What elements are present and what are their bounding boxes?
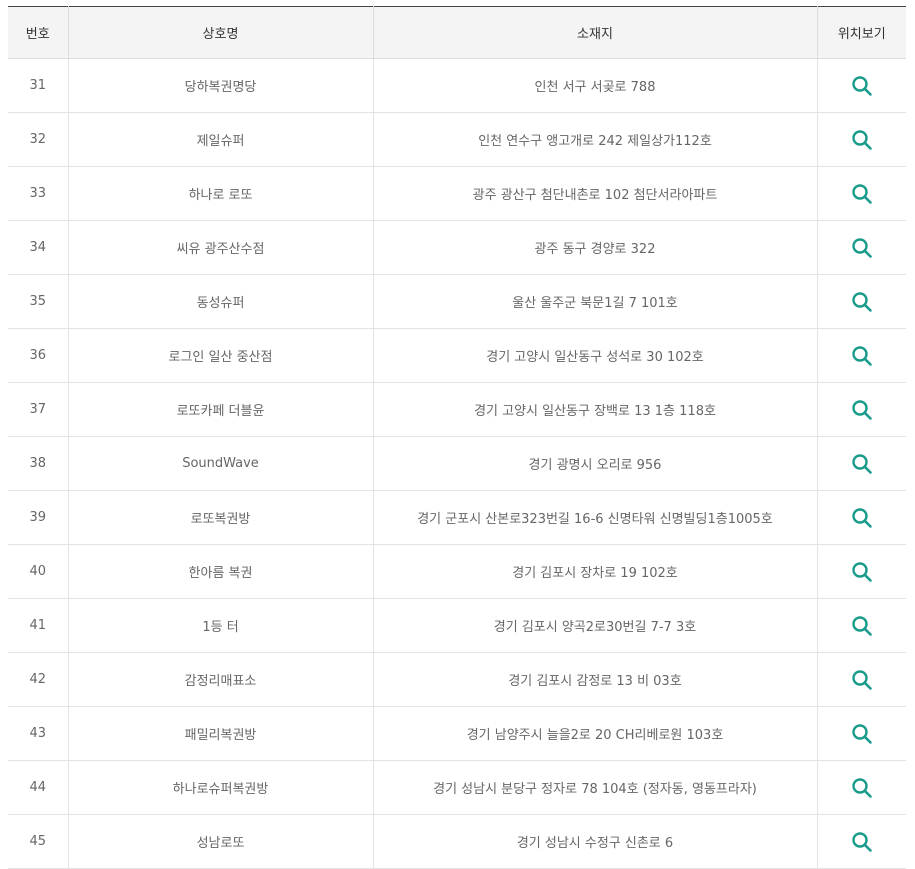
store-name: SoundWave <box>67 436 373 491</box>
location-cell <box>816 274 906 329</box>
table-body: 31 당하복권명당 인천 서구 서곶로 788 32 제일슈퍼 인천 연수구 앵… <box>8 58 906 869</box>
store-name: 로또복권방 <box>67 490 373 545</box>
search-icon[interactable] <box>851 453 873 475</box>
location-cell <box>816 814 906 869</box>
search-icon[interactable] <box>851 615 873 637</box>
header-row: 번호 상호명 소재지 위치보기 <box>8 6 906 59</box>
table-row: 37 로또카페 더블윤 경기 고양시 일산동구 장백로 13 1층 118호 <box>8 382 906 437</box>
store-address: 인천 연수구 앵고개로 242 제일상가112호 <box>372 112 817 167</box>
store-name: 1등 터 <box>67 598 373 653</box>
store-name: 동성슈퍼 <box>67 274 373 329</box>
table-row: 39 로또복권방 경기 군포시 산본로323번길 16-6 신명타워 신명빌딩1… <box>8 490 906 545</box>
table-row: 36 로그인 일산 중산점 경기 고양시 일산동구 성석로 30 102호 <box>8 328 906 383</box>
store-address: 경기 광명시 오리로 956 <box>372 436 817 491</box>
location-cell <box>816 652 906 707</box>
store-address: 울산 울주군 북문1길 7 101호 <box>372 274 817 329</box>
table-row: 45 성남로또 경기 성남시 수정구 신촌로 6 <box>8 814 906 869</box>
store-address: 경기 김포시 장차로 19 102호 <box>372 544 817 599</box>
store-address: 광주 동구 경양로 322 <box>372 220 817 275</box>
row-number: 43 <box>8 706 68 761</box>
store-name: 하나로 로또 <box>67 166 373 221</box>
search-icon[interactable] <box>851 291 873 313</box>
table-row: 32 제일슈퍼 인천 연수구 앵고개로 242 제일상가112호 <box>8 112 906 167</box>
location-cell <box>816 58 906 113</box>
store-address: 인천 서구 서곶로 788 <box>372 58 817 113</box>
store-name: 감정리매표소 <box>67 652 373 707</box>
search-icon[interactable] <box>851 75 873 97</box>
row-number: 33 <box>8 166 68 221</box>
header-name: 상호명 <box>67 6 373 59</box>
search-icon[interactable] <box>851 237 873 259</box>
header-location: 위치보기 <box>816 6 906 59</box>
store-list: 번호 상호명 소재지 위치보기 31 당하복권명당 인천 서구 서곶로 788 … <box>8 6 906 869</box>
location-cell <box>816 382 906 437</box>
store-name: 씨유 광주산수점 <box>67 220 373 275</box>
row-number: 45 <box>8 814 68 869</box>
location-cell <box>816 706 906 761</box>
store-name: 하나로슈퍼복권방 <box>67 760 373 815</box>
search-icon[interactable] <box>851 183 873 205</box>
store-address: 경기 성남시 수정구 신촌로 6 <box>372 814 817 869</box>
table-row: 34 씨유 광주산수점 광주 동구 경양로 322 <box>8 220 906 275</box>
table-row: 35 동성슈퍼 울산 울주군 북문1길 7 101호 <box>8 274 906 329</box>
table-row: 44 하나로슈퍼복권방 경기 성남시 분당구 정자로 78 104호 (정자동,… <box>8 760 906 815</box>
store-name: 성남로또 <box>67 814 373 869</box>
row-number: 44 <box>8 760 68 815</box>
table-row: 42 감정리매표소 경기 김포시 감정로 13 비 03호 <box>8 652 906 707</box>
row-number: 32 <box>8 112 68 167</box>
store-name: 당하복권명당 <box>67 58 373 113</box>
store-name: 제일슈퍼 <box>67 112 373 167</box>
search-icon[interactable] <box>851 669 873 691</box>
row-number: 35 <box>8 274 68 329</box>
search-icon[interactable] <box>851 561 873 583</box>
table-row: 40 한아름 복권 경기 김포시 장차로 19 102호 <box>8 544 906 599</box>
store-address: 광주 광산구 첨단내촌로 102 첨단서라아파트 <box>372 166 817 221</box>
store-table: 번호 상호명 소재지 위치보기 31 당하복권명당 인천 서구 서곶로 788 … <box>8 6 906 869</box>
table-row: 43 패밀리복권방 경기 남양주시 늘을2로 20 CH리베로원 103호 <box>8 706 906 761</box>
location-cell <box>816 436 906 491</box>
table-row: 38 SoundWave 경기 광명시 오리로 956 <box>8 436 906 491</box>
row-number: 31 <box>8 58 68 113</box>
location-cell <box>816 760 906 815</box>
location-cell <box>816 112 906 167</box>
search-icon[interactable] <box>851 507 873 529</box>
search-icon[interactable] <box>851 723 873 745</box>
table-row: 33 하나로 로또 광주 광산구 첨단내촌로 102 첨단서라아파트 <box>8 166 906 221</box>
row-number: 40 <box>8 544 68 599</box>
store-address: 경기 고양시 일산동구 장백로 13 1층 118호 <box>372 382 817 437</box>
store-name: 한아름 복권 <box>67 544 373 599</box>
location-cell <box>816 166 906 221</box>
location-cell <box>816 328 906 383</box>
row-number: 36 <box>8 328 68 383</box>
search-icon[interactable] <box>851 399 873 421</box>
store-address: 경기 김포시 감정로 13 비 03호 <box>372 652 817 707</box>
row-number: 38 <box>8 436 68 491</box>
table-row: 31 당하복권명당 인천 서구 서곶로 788 <box>8 58 906 113</box>
header-address: 소재지 <box>372 6 817 59</box>
store-address: 경기 남양주시 늘을2로 20 CH리베로원 103호 <box>372 706 817 761</box>
store-address: 경기 성남시 분당구 정자로 78 104호 (정자동, 영동프라자) <box>372 760 817 815</box>
row-number: 37 <box>8 382 68 437</box>
location-cell <box>816 544 906 599</box>
table-header: 번호 상호명 소재지 위치보기 <box>8 6 906 59</box>
header-no: 번호 <box>8 6 68 59</box>
row-number: 39 <box>8 490 68 545</box>
row-number: 34 <box>8 220 68 275</box>
location-cell <box>816 490 906 545</box>
search-icon[interactable] <box>851 129 873 151</box>
table-row: 41 1등 터 경기 김포시 양곡2로30번길 7-7 3호 <box>8 598 906 653</box>
row-number: 41 <box>8 598 68 653</box>
search-icon[interactable] <box>851 345 873 367</box>
location-cell <box>816 220 906 275</box>
search-icon[interactable] <box>851 831 873 853</box>
store-name: 로또카페 더블윤 <box>67 382 373 437</box>
store-address: 경기 김포시 양곡2로30번길 7-7 3호 <box>372 598 817 653</box>
store-address: 경기 군포시 산본로323번길 16-6 신명타워 신명빌딩1층1005호 <box>372 490 817 545</box>
row-number: 42 <box>8 652 68 707</box>
store-name: 패밀리복권방 <box>67 706 373 761</box>
store-address: 경기 고양시 일산동구 성석로 30 102호 <box>372 328 817 383</box>
store-name: 로그인 일산 중산점 <box>67 328 373 383</box>
search-icon[interactable] <box>851 777 873 799</box>
location-cell <box>816 598 906 653</box>
